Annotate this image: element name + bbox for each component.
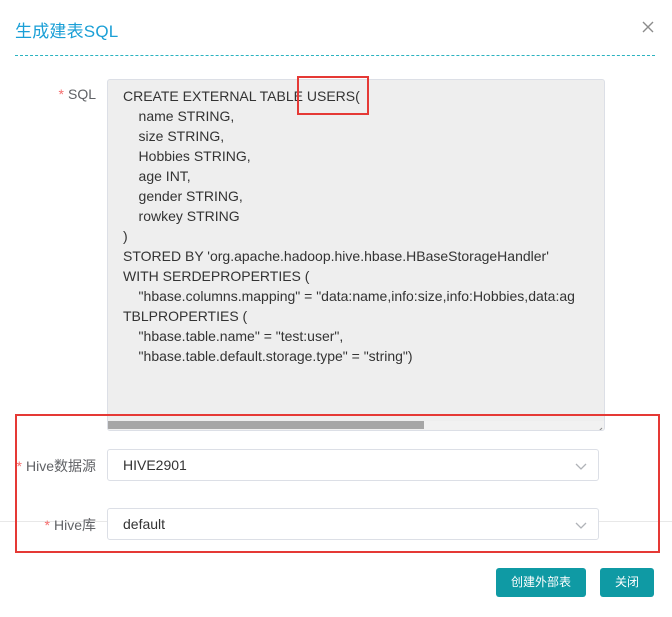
scrollbar-thumb[interactable]	[108, 421, 424, 429]
required-mark: *	[16, 458, 22, 474]
hive-db-label-text: Hive库	[53, 517, 96, 533]
dialog-header: 生成建表SQL	[15, 0, 655, 56]
horizontal-scrollbar[interactable]	[108, 421, 604, 430]
sql-label: * SQL	[40, 86, 96, 102]
required-mark: *	[58, 86, 64, 102]
chevron-down-icon	[575, 461, 587, 471]
create-external-table-button[interactable]: 创建外部表	[496, 568, 586, 597]
sql-text: CREATE EXTERNAL TABLE USERS( name STRING…	[123, 88, 575, 364]
dialog-title: 生成建表SQL	[15, 22, 119, 41]
generate-sql-dialog: 生成建表SQL * SQL CREATE EXTERNAL TABLE USERS…	[0, 0, 672, 617]
hive-source-select[interactable]: HIVE2901	[107, 449, 599, 481]
hive-source-label-text: Hive数据源	[25, 458, 96, 474]
hive-db-select[interactable]: default	[107, 508, 599, 540]
chevron-down-icon	[575, 520, 587, 530]
sql-label-text: SQL	[67, 86, 96, 102]
hive-db-value: default	[123, 516, 166, 532]
resize-grip-icon[interactable]	[595, 421, 603, 430]
hive-source-label: * Hive数据源	[10, 456, 96, 476]
close-icon[interactable]	[639, 18, 657, 36]
hive-db-label: * Hive库	[10, 515, 96, 535]
required-mark: *	[44, 517, 50, 533]
sql-textarea[interactable]: CREATE EXTERNAL TABLE USERS( name STRING…	[107, 79, 605, 431]
close-button[interactable]: 关闭	[600, 568, 654, 597]
hive-source-value: HIVE2901	[123, 457, 187, 473]
